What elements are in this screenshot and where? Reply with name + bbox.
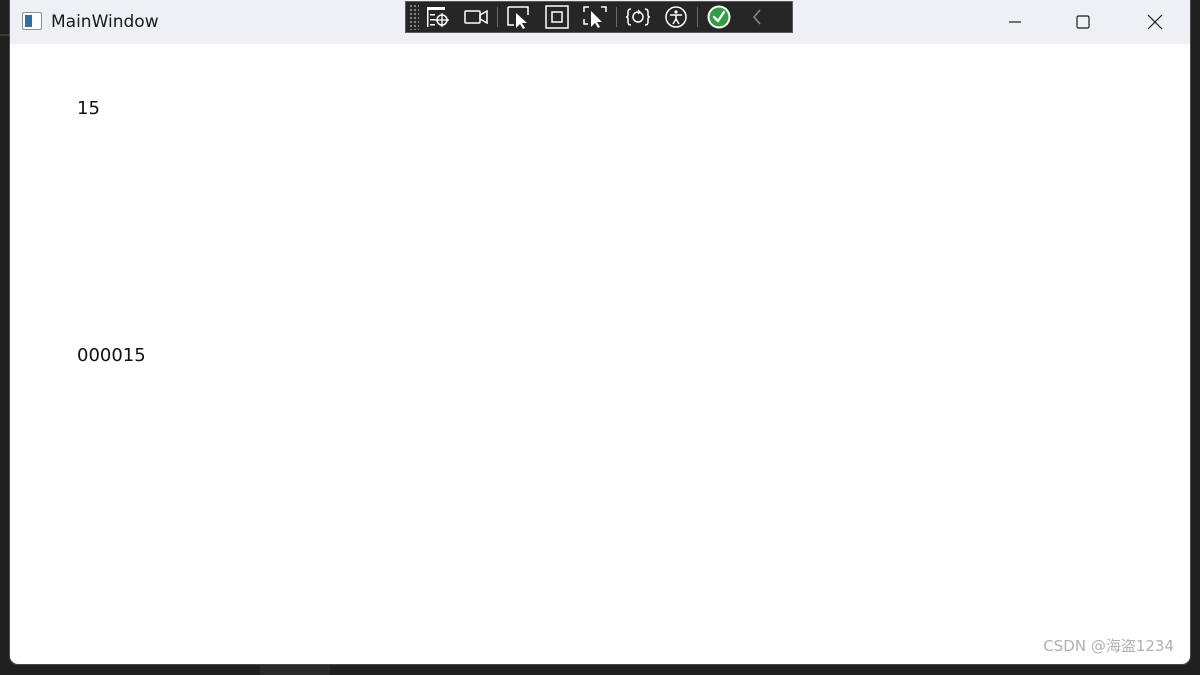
track-focused-element-icon — [583, 6, 607, 28]
binding-failures-check-icon — [707, 5, 731, 29]
toolbar-separator — [697, 7, 698, 27]
maximize-icon — [1076, 15, 1090, 29]
toolbar-separator — [497, 7, 498, 27]
collapse-chevron-left-icon — [753, 9, 761, 25]
xaml-debug-toolbar — [405, 1, 793, 33]
track-focused-element-button[interactable] — [576, 2, 614, 32]
toolbar-drag-handle[interactable] — [409, 4, 419, 30]
toolbar-separator — [616, 7, 617, 27]
binding-failures-button[interactable] — [700, 2, 738, 32]
select-element-button[interactable] — [500, 2, 538, 32]
accessibility-checker-button[interactable] — [657, 2, 695, 32]
display-layout-adorners-icon — [545, 5, 569, 29]
value-text-plain: 15 — [77, 98, 100, 119]
main-window: MainWindow 15 000015 CSDN @海盗1234 — [10, 0, 1190, 664]
close-button[interactable] — [1120, 0, 1190, 44]
maximize-button[interactable] — [1048, 0, 1118, 44]
value-text-padded: 000015 — [77, 345, 146, 366]
record-video-button[interactable] — [457, 2, 495, 32]
accessibility-icon — [665, 6, 687, 28]
app-window-icon — [22, 12, 42, 30]
live-visual-tree-button[interactable] — [419, 2, 457, 32]
select-element-icon — [507, 6, 529, 29]
close-icon — [1147, 14, 1163, 30]
window-title: MainWindow — [51, 12, 159, 32]
watermark-text: CSDN @海盗1234 — [1043, 637, 1174, 655]
display-layout-adorners-button[interactable] — [538, 2, 576, 32]
minimize-button[interactable] — [980, 0, 1050, 44]
live-visual-tree-icon — [427, 7, 449, 27]
minimize-icon — [1009, 21, 1021, 23]
record-video-icon — [464, 9, 488, 25]
hot-reload-icon — [625, 8, 651, 26]
hot-reload-button[interactable] — [619, 2, 657, 32]
collapse-toolbar-button[interactable] — [738, 2, 776, 32]
